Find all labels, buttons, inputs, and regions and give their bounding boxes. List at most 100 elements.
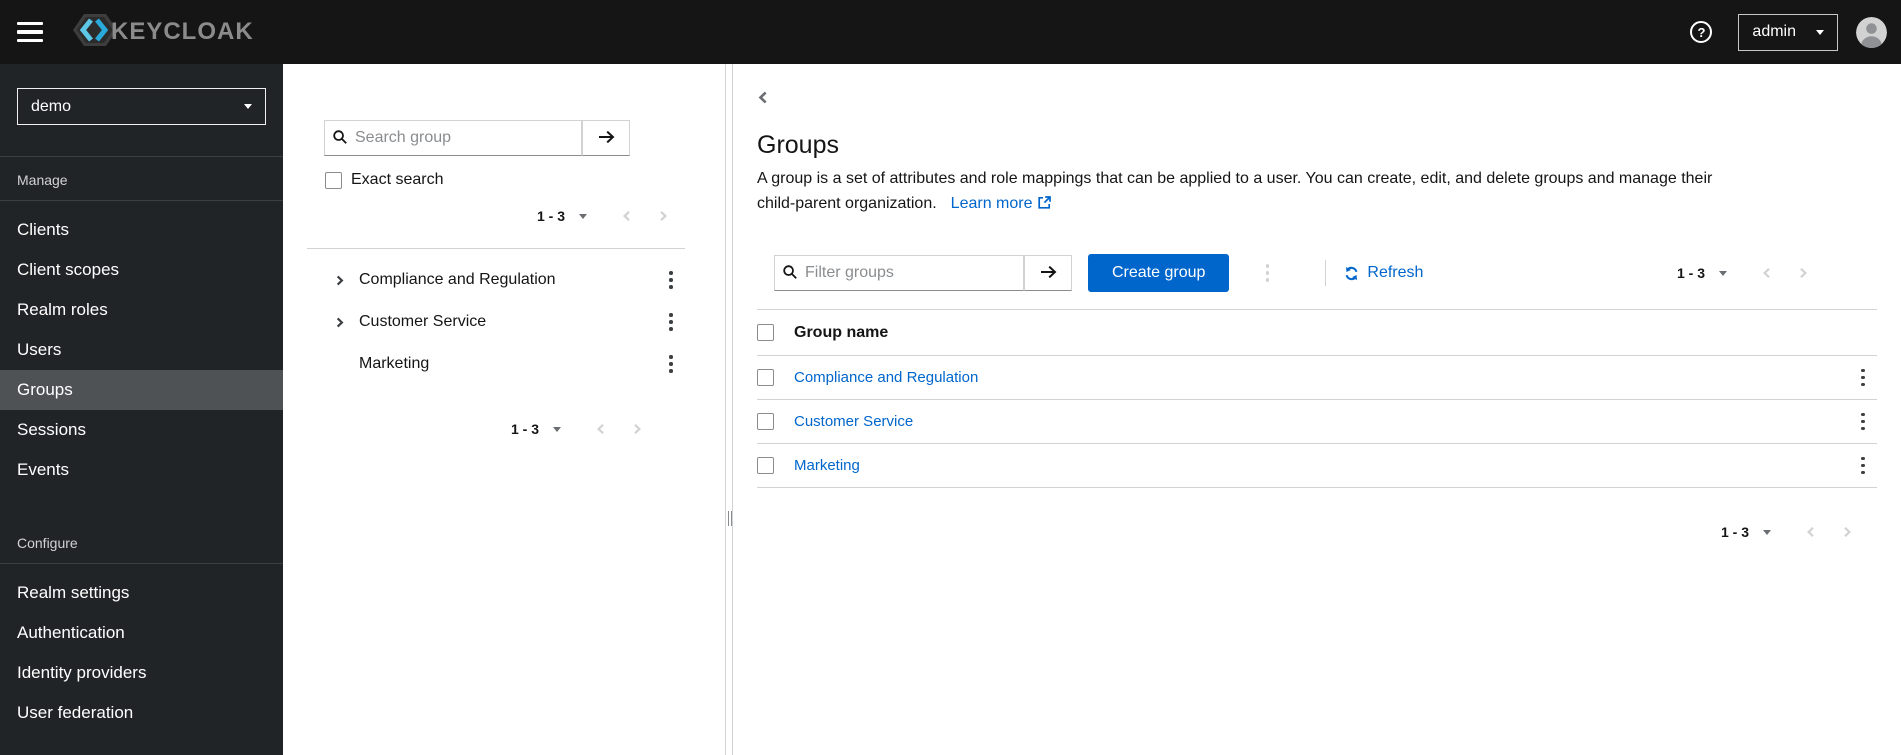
- tree-item-label[interactable]: Marketing: [359, 355, 429, 373]
- keycloak-logo[interactable]: KEYCLOAK: [71, 8, 254, 57]
- row-checkbox[interactable]: [757, 369, 774, 386]
- exact-search-checkbox[interactable]: [325, 171, 342, 189]
- row-kebab-icon[interactable]: [1849, 408, 1877, 436]
- groups-toolbar: Create group Refresh 1 - 3: [757, 254, 1877, 292]
- expand-toggle-button[interactable]: [327, 310, 351, 334]
- groups-table: Group name Compliance and Regulation Cus…: [757, 309, 1877, 488]
- tree-item-label[interactable]: Customer Service: [359, 313, 486, 331]
- page-title: Groups: [757, 131, 839, 159]
- masthead: KEYCLOAK ? admin: [0, 0, 1901, 64]
- sidebar-item-users[interactable]: Users: [0, 330, 283, 370]
- expand-toggle-button[interactable]: [327, 268, 351, 292]
- search-group-submit-button[interactable]: [582, 120, 630, 156]
- group-link[interactable]: Compliance and Regulation: [794, 369, 978, 386]
- toolbar-kebab-icon[interactable]: [1253, 259, 1281, 287]
- sidebar-item-authentication[interactable]: Authentication: [0, 613, 283, 653]
- kebab-menu-icon[interactable]: [657, 350, 685, 378]
- groups-main-panel: Groups A group is a set of attributes an…: [733, 64, 1901, 755]
- angle-left-icon: [1763, 268, 1770, 278]
- tree-row: Customer Service: [307, 301, 685, 343]
- table-row: Marketing: [757, 444, 1877, 488]
- nav-gap: [0, 490, 283, 520]
- learn-more-label: Learn more: [950, 195, 1033, 212]
- sidebar-item-events[interactable]: Events: [0, 450, 283, 490]
- angle-right-icon: [336, 275, 343, 285]
- nav-section-title-configure: Configure: [17, 535, 78, 551]
- filter-groups-submit-button[interactable]: [1024, 255, 1072, 291]
- avatar[interactable]: [1856, 16, 1887, 48]
- help-icon[interactable]: ?: [1690, 21, 1713, 43]
- table-pagination-top: 1 - 3: [1677, 265, 1821, 281]
- tree-pagination-bottom: 1 - 3: [307, 421, 655, 437]
- toolbar-separator: [1325, 260, 1327, 286]
- nav-list-manage: Clients Client scopes Realm roles Users …: [0, 201, 283, 490]
- sidebar-item-identity-providers[interactable]: Identity providers: [0, 653, 283, 693]
- select-all-checkbox[interactable]: [757, 324, 774, 341]
- angle-right-icon: [1844, 527, 1851, 537]
- caret-down-icon: [579, 213, 587, 219]
- pagination-range-dropdown[interactable]: 1 - 3: [537, 208, 587, 224]
- kebab-menu-icon[interactable]: [657, 266, 685, 294]
- caret-down-icon: [1816, 29, 1824, 35]
- pagination-range-dropdown[interactable]: 1 - 3: [1721, 524, 1771, 540]
- user-menu-label: admin: [1752, 23, 1796, 40]
- pagination-range-label: 1 - 3: [536, 208, 565, 224]
- prev-page-button[interactable]: [1749, 267, 1785, 279]
- sidebar-item-user-federation[interactable]: User federation: [0, 693, 283, 733]
- kebab-menu-icon[interactable]: [657, 308, 685, 336]
- prev-page-button[interactable]: [609, 210, 645, 222]
- external-link-icon: [1037, 196, 1051, 209]
- row-kebab-icon[interactable]: [1849, 452, 1877, 480]
- arrow-right-icon: [598, 130, 615, 147]
- avatar-icon: [1856, 16, 1887, 48]
- next-page-button[interactable]: [1829, 526, 1865, 538]
- sidebar-item-client-scopes[interactable]: Client scopes: [0, 250, 283, 290]
- page-description-line1: A group is a set of attributes and role …: [757, 170, 1713, 187]
- sync-icon: [1346, 266, 1358, 280]
- masthead-actions: ? admin: [1690, 13, 1887, 51]
- user-menu-dropdown[interactable]: admin: [1738, 13, 1838, 51]
- tree-item-label[interactable]: Compliance and Regulation: [359, 271, 556, 289]
- group-link[interactable]: Customer Service: [794, 413, 913, 430]
- prev-page-button[interactable]: [1793, 526, 1829, 538]
- row-checkbox[interactable]: [757, 413, 774, 430]
- hamburger-icon[interactable]: [17, 22, 43, 42]
- sidebar-item-groups[interactable]: Groups: [0, 370, 283, 410]
- table-row: Compliance and Regulation: [757, 356, 1877, 400]
- learn-more-link[interactable]: Learn more: [951, 195, 1051, 212]
- pagination-range-dropdown[interactable]: 1 - 3: [511, 421, 561, 437]
- filter-groups-input[interactable]: [774, 255, 1024, 291]
- sidebar-item-clients[interactable]: Clients: [0, 210, 283, 250]
- prev-page-button[interactable]: [583, 423, 619, 435]
- next-page-button[interactable]: [619, 423, 655, 435]
- row-checkbox[interactable]: [757, 457, 774, 474]
- page-description-line2: child-parent organization. Learn more: [757, 191, 1877, 216]
- angle-right-icon: [1800, 268, 1807, 278]
- next-page-button[interactable]: [1785, 267, 1821, 279]
- back-chevron-icon: [758, 91, 767, 104]
- group-tree-list: Compliance and Regulation Customer Servi…: [307, 249, 685, 385]
- group-link[interactable]: Marketing: [794, 457, 860, 474]
- exact-search-label: Exact search: [351, 171, 444, 188]
- create-group-button[interactable]: Create group: [1088, 254, 1230, 292]
- next-page-button[interactable]: [645, 210, 681, 222]
- panel-splitter[interactable]: [725, 64, 733, 755]
- realm-selector-value: demo: [31, 97, 72, 115]
- refresh-button[interactable]: Refresh: [1344, 264, 1423, 282]
- row-kebab-icon[interactable]: [1849, 364, 1877, 392]
- pagination-range-dropdown[interactable]: 1 - 3: [1677, 265, 1727, 281]
- sidebar-item-realm-settings[interactable]: Realm settings: [0, 573, 283, 613]
- realm-selector[interactable]: demo: [17, 88, 266, 125]
- angle-right-icon: [336, 317, 343, 327]
- refresh-label: Refresh: [1367, 264, 1424, 281]
- page-description-line2-text: child-parent organization.: [757, 195, 937, 212]
- logo-text: KEYCLOAK: [111, 18, 254, 45]
- search-group-input[interactable]: [324, 120, 582, 156]
- pagination-range-label: 1 - 3: [1676, 265, 1705, 281]
- sidebar-item-realm-roles[interactable]: Realm roles: [0, 290, 283, 330]
- pagination-range-label: 1 - 3: [1720, 524, 1749, 540]
- collapse-panel-button[interactable]: [757, 91, 770, 107]
- sidebar-item-sessions[interactable]: Sessions: [0, 410, 283, 450]
- angle-left-icon: [1807, 527, 1814, 537]
- exact-search-row: Exact search: [325, 171, 685, 189]
